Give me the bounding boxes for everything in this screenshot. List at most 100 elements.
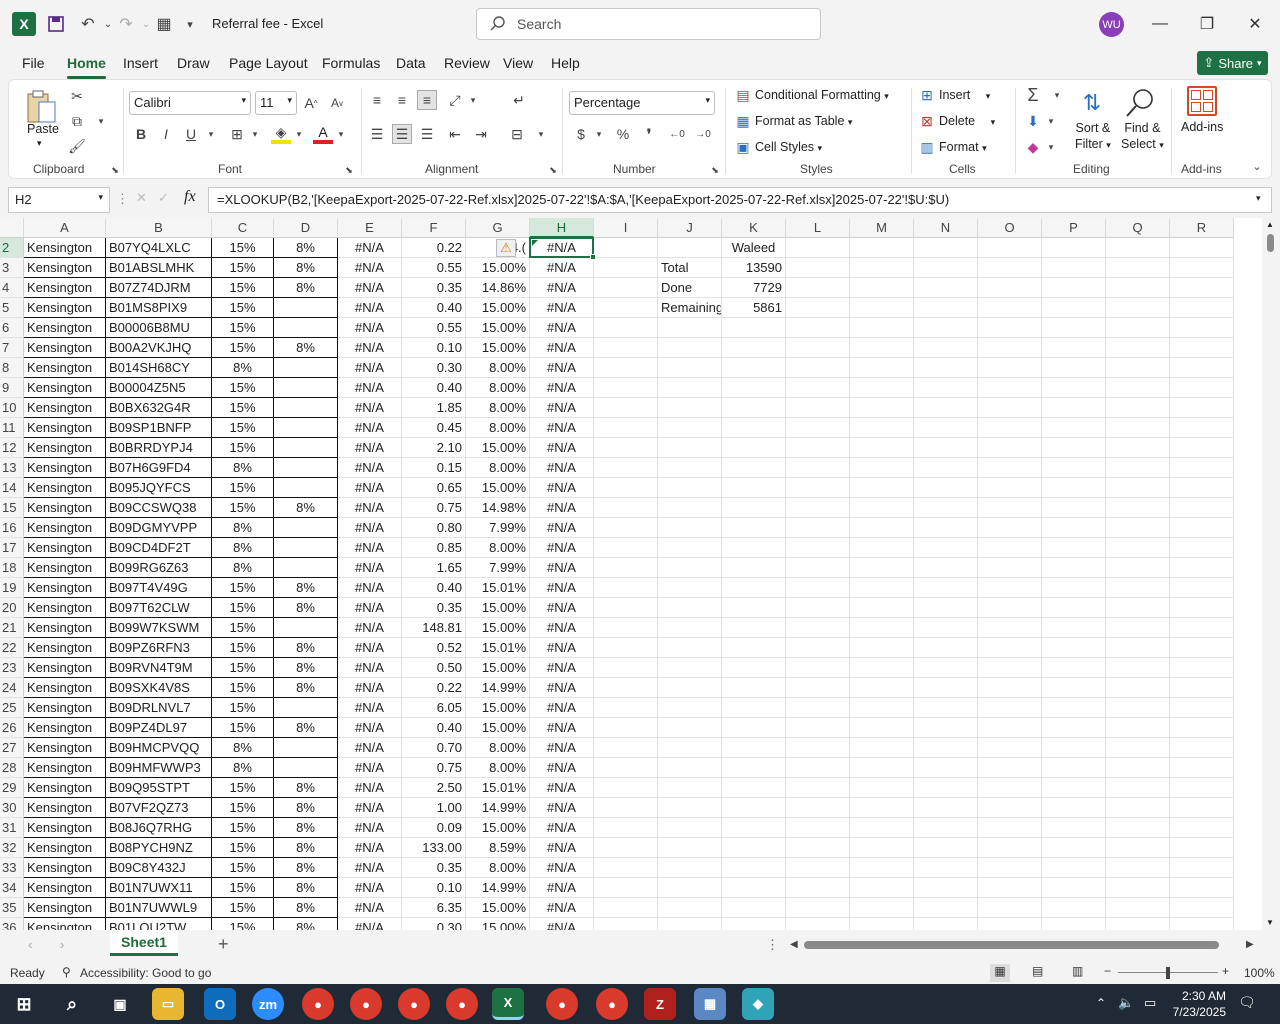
cell-empty[interactable]	[1106, 638, 1170, 658]
cell-c34[interactable]: 15%	[212, 878, 274, 898]
tab-help[interactable]: Help	[551, 55, 580, 71]
cell-c30[interactable]: 15%	[212, 798, 274, 818]
decrease-font-icon[interactable]: Av	[327, 93, 347, 113]
row-header[interactable]: 31	[0, 818, 24, 838]
cell-a35[interactable]: Kensington	[24, 898, 106, 918]
chrome-icon[interactable]: ●	[302, 988, 334, 1020]
cell-empty[interactable]	[594, 818, 658, 838]
row-header[interactable]: 34	[0, 878, 24, 898]
cell-empty[interactable]	[1170, 638, 1234, 658]
cell-empty[interactable]	[786, 518, 850, 538]
cell-a19[interactable]: Kensington	[24, 578, 106, 598]
cell-empty[interactable]	[850, 818, 914, 838]
cell-empty[interactable]	[786, 698, 850, 718]
add-sheet-icon[interactable]: +	[218, 934, 229, 955]
cell-empty[interactable]	[1042, 798, 1106, 818]
cell-h29[interactable]: #N/A	[530, 778, 594, 798]
paste-dropdown-icon[interactable]: ▾	[37, 138, 42, 149]
cell-empty[interactable]	[978, 838, 1042, 858]
cell-d33[interactable]: 8%	[274, 858, 338, 878]
cell-empty[interactable]	[1106, 458, 1170, 478]
cell-c25[interactable]: 15%	[212, 698, 274, 718]
cell-empty[interactable]	[1106, 658, 1170, 678]
cell-empty[interactable]	[1106, 678, 1170, 698]
cell-empty[interactable]	[722, 418, 786, 438]
cell-empty[interactable]	[658, 498, 722, 518]
cell-h5[interactable]: #N/A	[530, 298, 594, 318]
cell-g29[interactable]: 15.01%	[466, 778, 530, 798]
cell-f35[interactable]: 6.35	[402, 898, 466, 918]
format-as-table-button[interactable]: Format as Table ▾	[755, 114, 852, 128]
cell-a30[interactable]: Kensington	[24, 798, 106, 818]
cell-empty[interactable]	[786, 298, 850, 318]
split-handle-icon[interactable]: ⋮	[766, 937, 779, 953]
cell-h17[interactable]: #N/A	[530, 538, 594, 558]
cell-a24[interactable]: Kensington	[24, 678, 106, 698]
cell-empty[interactable]	[1042, 538, 1106, 558]
cell-empty[interactable]	[914, 618, 978, 638]
cell-empty[interactable]	[1170, 778, 1234, 798]
cell-empty[interactable]	[978, 478, 1042, 498]
taskbar-search-icon[interactable]: ⌕	[56, 988, 88, 1020]
cell-d22[interactable]: 8%	[274, 638, 338, 658]
cell-empty[interactable]	[978, 638, 1042, 658]
cell-b17[interactable]: B09CD4DF2T	[106, 538, 212, 558]
cell-empty[interactable]	[722, 718, 786, 738]
user-avatar[interactable]: WU	[1099, 12, 1124, 37]
cell-d8[interactable]	[274, 358, 338, 378]
row-header[interactable]: 23	[0, 658, 24, 678]
cell-g32[interactable]: 8.59%	[466, 838, 530, 858]
cell-c31[interactable]: 15%	[212, 818, 274, 838]
cell-empty[interactable]	[1170, 538, 1234, 558]
cell-e35[interactable]: #N/A	[338, 898, 402, 918]
cell-g20[interactable]: 15.00%	[466, 598, 530, 618]
cell-g35[interactable]: 15.00%	[466, 898, 530, 918]
outlook-icon[interactable]: O	[204, 988, 236, 1020]
cell-d26[interactable]: 8%	[274, 718, 338, 738]
cell-f26[interactable]: 0.40	[402, 718, 466, 738]
cell-a9[interactable]: Kensington	[24, 378, 106, 398]
cell-empty[interactable]	[850, 878, 914, 898]
cell-empty[interactable]	[850, 738, 914, 758]
cell-d19[interactable]: 8%	[274, 578, 338, 598]
cell-empty[interactable]	[594, 498, 658, 518]
cell-b19[interactable]: B097T4V49G	[106, 578, 212, 598]
cell-a29[interactable]: Kensington	[24, 778, 106, 798]
cell-f22[interactable]: 0.52	[402, 638, 466, 658]
cell-d34[interactable]: 8%	[274, 878, 338, 898]
cell-empty[interactable]	[850, 638, 914, 658]
insert-function-icon[interactable]: fx	[184, 188, 196, 206]
cell-empty[interactable]	[594, 478, 658, 498]
cell-empty[interactable]	[978, 418, 1042, 438]
wrap-text-icon[interactable]: ↵	[509, 90, 529, 110]
cell-empty[interactable]	[850, 798, 914, 818]
cell-b6[interactable]: B00006B8MU	[106, 318, 212, 338]
currency-icon[interactable]: $	[571, 124, 591, 144]
cell-empty[interactable]	[1170, 658, 1234, 678]
cell-f16[interactable]: 0.80	[402, 518, 466, 538]
cell-a4[interactable]: Kensington	[24, 278, 106, 298]
cell-empty[interactable]	[594, 838, 658, 858]
cell-empty[interactable]	[850, 318, 914, 338]
cell-d11[interactable]	[274, 418, 338, 438]
autosum-dropdown-icon[interactable]: ▾	[1047, 85, 1067, 105]
cell-d25[interactable]	[274, 698, 338, 718]
cell-empty[interactable]	[1042, 578, 1106, 598]
cell-c10[interactable]: 15%	[212, 398, 274, 418]
cell-empty[interactable]	[914, 898, 978, 918]
cell-f11[interactable]: 0.45	[402, 418, 466, 438]
cell-empty[interactable]	[1042, 498, 1106, 518]
cell-empty[interactable]	[850, 698, 914, 718]
file-explorer-icon[interactable]: ▭	[152, 988, 184, 1020]
cell-empty[interactable]	[1042, 478, 1106, 498]
cell-empty[interactable]	[594, 858, 658, 878]
cell-e18[interactable]: #N/A	[338, 558, 402, 578]
font-size-select[interactable]: 11 ▾	[255, 91, 297, 115]
cell-f28[interactable]: 0.75	[402, 758, 466, 778]
column-header-g[interactable]: G	[466, 218, 530, 238]
font-name-select[interactable]: Calibri ▾	[129, 91, 251, 115]
column-header-c[interactable]: C	[212, 218, 274, 238]
horizontal-scroll-thumb[interactable]	[804, 941, 1219, 949]
cell-e9[interactable]: #N/A	[338, 378, 402, 398]
cell-g31[interactable]: 15.00%	[466, 818, 530, 838]
